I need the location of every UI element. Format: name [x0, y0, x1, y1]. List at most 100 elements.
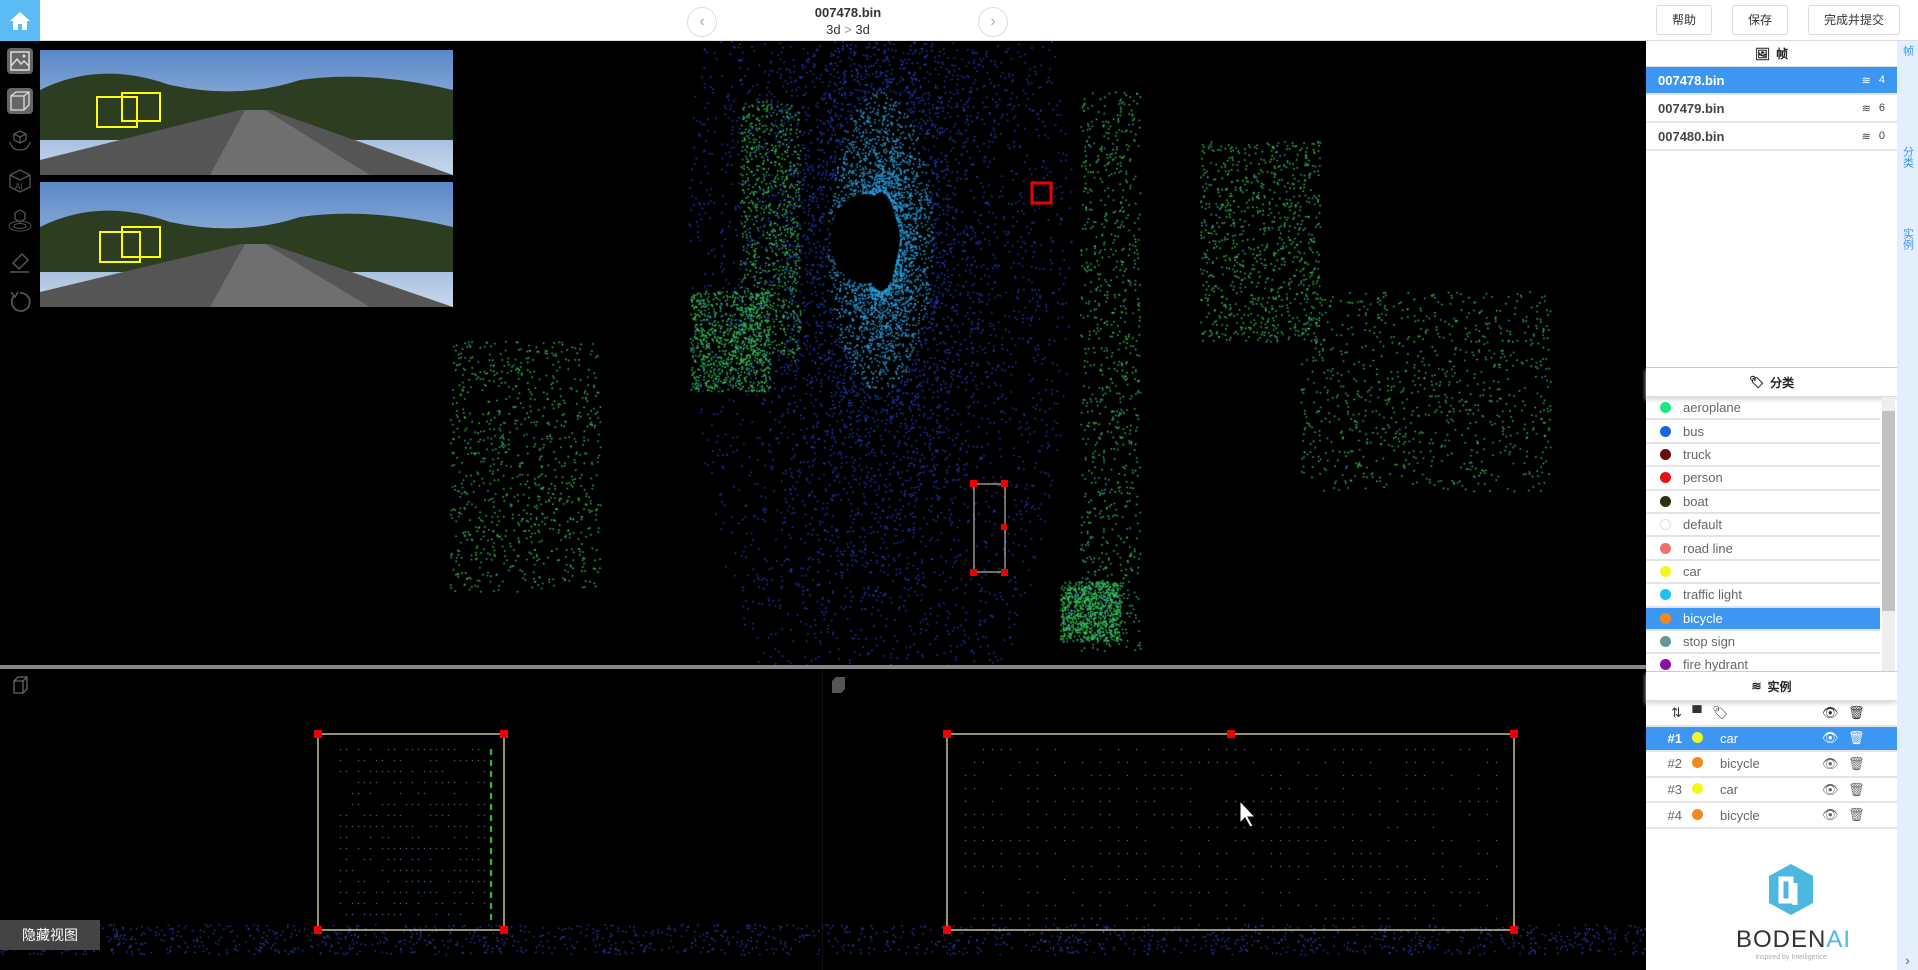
instance-box-car-topview[interactable]: [970, 480, 1008, 576]
front-view-cube-icon: [832, 677, 845, 693]
class-item[interactable]: bus: [1646, 420, 1880, 444]
eye-icon[interactable]: 👁: [1822, 807, 1848, 823]
sort-icon[interactable]: ⇅: [1646, 705, 1682, 721]
instance-label: car: [1720, 730, 1739, 746]
class-item[interactable]: car: [1646, 561, 1880, 585]
class-item[interactable]: aeroplane: [1646, 397, 1880, 421]
class-label: bus: [1683, 423, 1704, 439]
class-item[interactable]: fire hydrant: [1646, 654, 1880, 671]
trash-icon[interactable]: 🗑: [1848, 807, 1865, 823]
instance-item[interactable]: #1 car 👁 🗑: [1646, 726, 1897, 753]
paint-roller-icon: ▀: [1692, 705, 1702, 721]
class-label: road line: [1683, 540, 1733, 556]
class-item[interactable]: bicycle: [1646, 607, 1880, 631]
instance-color-dot: [1691, 731, 1703, 743]
frame-item[interactable]: 007479.bin ≋ 6: [1646, 95, 1897, 123]
trash-icon[interactable]: 🗑: [1848, 756, 1865, 772]
layers-icon: ≋: [1751, 679, 1762, 693]
frame-name: 007479.bin: [1658, 100, 1725, 116]
instance-label: bicycle: [1720, 807, 1760, 823]
frame-instance-count: 6: [1878, 101, 1885, 114]
bodenai-logo: BODENAI Inspired by Intelligence: [1736, 861, 1850, 961]
side-tab-label: 实例: [1901, 228, 1914, 250]
eye-icon[interactable]: 👁: [1822, 782, 1848, 798]
class-color-dot: [1660, 612, 1671, 624]
class-color-dot: [1660, 519, 1671, 531]
side-tab-instances[interactable]: 实例: [1897, 228, 1918, 250]
class-label: fire hydrant: [1683, 657, 1749, 671]
hide-view-button[interactable]: 隐藏视图: [0, 920, 100, 950]
instance-item[interactable]: #2 bicycle 👁 🗑: [1646, 752, 1897, 778]
instance-color-dot: [1691, 808, 1703, 820]
class-item[interactable]: truck: [1646, 444, 1880, 468]
side-tab-classes[interactable]: 分类: [1897, 146, 1918, 168]
instance-label: car: [1720, 782, 1739, 798]
class-color-dot: [1660, 472, 1671, 484]
class-item[interactable]: boat: [1646, 491, 1880, 514]
classes-title: 分类: [1770, 375, 1795, 390]
instance-color-dot: [1691, 757, 1703, 769]
front-box[interactable]: [943, 730, 1518, 934]
class-item[interactable]: traffic light: [1646, 584, 1880, 608]
image-icon: 🖼: [1754, 46, 1771, 61]
class-item[interactable]: road line: [1646, 537, 1880, 561]
eye-icon[interactable]: 👁: [1822, 705, 1848, 721]
frame-name: 007478.bin: [1658, 72, 1725, 88]
instance-id: #2: [1667, 756, 1682, 772]
mouse-cursor-icon: [1239, 799, 1257, 828]
side-view-overlay: [13, 676, 1518, 934]
side-tab-label: 帧: [1901, 45, 1914, 56]
instances-title: 实例: [1767, 679, 1792, 694]
frame-item[interactable]: 007480.bin ≋ 0: [1646, 123, 1897, 151]
instances-header: ≋ 实例: [1646, 671, 1897, 701]
class-item[interactable]: person: [1646, 467, 1880, 491]
class-label: traffic light: [1683, 587, 1743, 603]
side-tab-label: 分类: [1901, 146, 1914, 168]
eye-icon[interactable]: 👁: [1822, 730, 1848, 746]
class-label: default: [1683, 517, 1723, 533]
trash-icon[interactable]: 🗑: [1848, 782, 1865, 798]
submit-button[interactable]: 完成并提交: [1808, 5, 1900, 35]
classes-header: 🏷 分类: [1646, 367, 1897, 397]
frame-item[interactable]: 007478.bin ≋ 4: [1646, 67, 1897, 95]
class-color-dot: [1660, 402, 1671, 414]
save-button[interactable]: 保存: [1732, 5, 1788, 35]
trash-icon[interactable]: 🗑: [1848, 705, 1865, 721]
class-color-dot: [1660, 565, 1671, 577]
class-color-dot: [1660, 448, 1671, 460]
class-list-scrollbar[interactable]: [1882, 397, 1895, 671]
instance-id: #3: [1667, 782, 1682, 798]
layers-icon: ≋: [1861, 130, 1871, 143]
instance-id: #1: [1667, 730, 1682, 746]
class-item[interactable]: stop sign: [1646, 631, 1880, 655]
expand-chevron-icon[interactable]: ›: [1897, 952, 1918, 968]
class-color-dot: [1660, 542, 1671, 554]
class-label: car: [1683, 563, 1702, 579]
frames-header: 🖼 帧: [1646, 41, 1897, 67]
class-color-dot: [1660, 636, 1671, 648]
help-button[interactable]: 帮助: [1656, 5, 1712, 35]
trash-icon[interactable]: 🗑: [1848, 730, 1865, 746]
side-box[interactable]: [314, 730, 508, 934]
side-tab-frames[interactable]: 帧: [1897, 45, 1918, 56]
instance-box-bicycle-topview[interactable]: [1030, 181, 1053, 205]
instance-id: #4: [1667, 807, 1682, 823]
class-label: aeroplane: [1683, 400, 1741, 416]
class-list: aeroplane bus truck person boat default road l…: [1646, 397, 1897, 671]
instance-item[interactable]: #3 car 👁 🗑: [1646, 778, 1897, 804]
layers-icon: ≋: [1861, 102, 1871, 115]
frame-list: 007478.bin ≋ 4 007479.bin ≋ 6 007480.bin ≋ 0: [1646, 67, 1897, 151]
class-color-dot: [1660, 659, 1671, 671]
eye-icon[interactable]: 👁: [1822, 756, 1848, 772]
class-label: person: [1683, 470, 1723, 486]
side-view-cube-icon: [13, 676, 28, 694]
class-label: bicycle: [1683, 610, 1723, 626]
class-label: boat: [1683, 493, 1709, 509]
class-item[interactable]: default: [1646, 514, 1880, 538]
tag-icon: 🏷: [1748, 375, 1765, 389]
frames-title: 帧: [1776, 47, 1789, 61]
class-label: stop sign: [1683, 634, 1736, 650]
instance-item[interactable]: #4 bicycle 👁 🗑: [1646, 803, 1897, 829]
tag-icon: 🏷: [1712, 704, 1729, 720]
side-tab-strip: 帧 分类 实例 ›: [1897, 41, 1918, 970]
